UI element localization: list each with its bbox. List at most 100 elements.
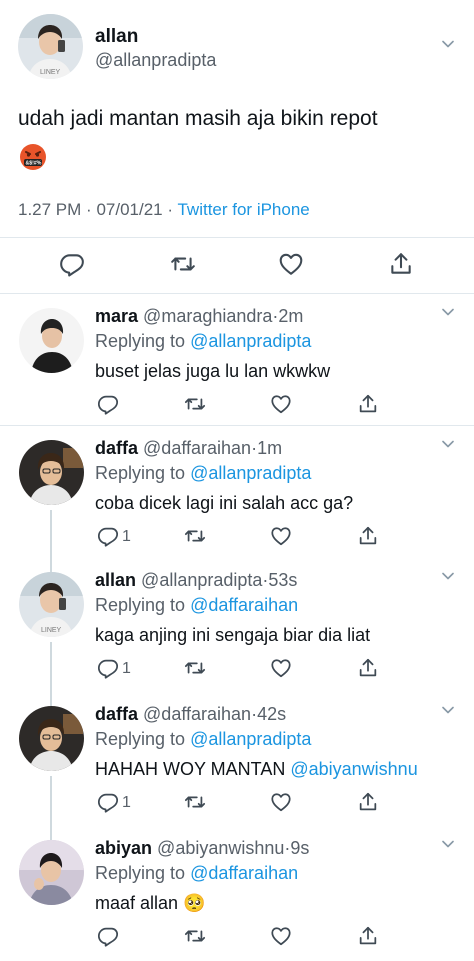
reply-time: 42s [257, 704, 287, 724]
reply-actions: 1 [95, 657, 455, 683]
share-icon[interactable] [388, 251, 414, 277]
reply-icon[interactable] [97, 525, 119, 547]
replying-to-mention[interactable]: @allanpradipta [190, 331, 311, 351]
avatar[interactable] [19, 706, 84, 771]
reply-count: 1 [122, 528, 131, 545]
replying-to-mention[interactable]: @allanpradipta [190, 463, 311, 483]
tweet-source-link[interactable]: Twitter for iPhone [177, 200, 309, 219]
reply-text: maaf allan 🥺 [95, 893, 206, 913]
reply-header: daffa @daffaraihan·42s [95, 704, 286, 725]
tweet-text: udah jadi mantan masih aja bikin repot [18, 107, 378, 130]
reply-tweet[interactable]: daffa @daffaraihan·42s Replying to @alla… [0, 692, 474, 826]
thread-line [50, 826, 52, 840]
avatar[interactable] [19, 440, 84, 505]
reply-author-name[interactable]: allan [95, 570, 136, 590]
retweet-icon[interactable] [170, 251, 196, 277]
reply-tweet[interactable]: mara @maraghiandra·2m Replying to @allan… [0, 293, 474, 426]
like-icon[interactable] [270, 525, 292, 547]
retweet-icon[interactable] [184, 925, 206, 947]
share-icon[interactable] [357, 393, 379, 415]
thread-line [50, 692, 52, 706]
reply-actions [95, 393, 455, 419]
reply-icon[interactable] [97, 393, 119, 415]
chevron-down-icon[interactable] [442, 306, 454, 318]
thread-line [50, 776, 52, 826]
reply-author-handle[interactable]: @allanpradipta [141, 570, 262, 590]
reply-text: coba dicek lagi ini salah acc ga? [95, 493, 354, 513]
reply-header: mara @maraghiandra·2m [95, 306, 303, 327]
like-icon[interactable] [270, 791, 292, 813]
thread-line [50, 642, 52, 692]
replying-to: Replying to @daffaraihan [95, 595, 299, 615]
reply-actions: 1 [95, 791, 455, 817]
reply-actions [95, 925, 455, 951]
retweet-icon[interactable] [184, 791, 206, 813]
share-icon[interactable] [357, 657, 379, 679]
chevron-down-icon[interactable] [442, 570, 454, 582]
reply-text: HAHAH WOY MANTAN @abiyanwishnu [95, 759, 418, 779]
reply-header: daffa @daffaraihan·1m [95, 438, 282, 459]
thread-line [50, 558, 52, 572]
replying-to: Replying to @allanpradipta [95, 463, 312, 483]
chevron-down-icon[interactable] [442, 704, 454, 716]
face-cursing-emoji: &$!#% [18, 142, 48, 177]
chevron-down-icon[interactable] [442, 838, 454, 850]
author-name[interactable]: allan [95, 26, 138, 48]
reply-header: allan @allanpradipta·53s [95, 570, 297, 591]
meta-separator: · [86, 200, 92, 219]
replying-to-mention[interactable]: @allanpradipta [190, 729, 311, 749]
reply-time: 2m [278, 306, 304, 326]
reply-icon[interactable] [97, 791, 119, 813]
reply-text: buset jelas juga lu lan wkwkw [95, 361, 331, 381]
reply-time: 1m [257, 438, 283, 458]
tweet-date: 07/01/21 [96, 200, 163, 219]
replying-to: Replying to @allanpradipta [95, 331, 312, 351]
reply-author-handle[interactable]: @daffaraihan [143, 704, 251, 724]
share-icon[interactable] [357, 925, 379, 947]
reply-author-name[interactable]: mara [95, 306, 138, 326]
avatar[interactable] [18, 14, 83, 79]
thread-line [50, 510, 52, 559]
replying-to: Replying to @allanpradipta [95, 729, 312, 749]
like-icon[interactable] [270, 393, 292, 415]
reply-tweet[interactable]: daffa @daffaraihan·1m Replying to @allan… [0, 425, 474, 559]
like-icon[interactable] [278, 251, 304, 277]
author-handle[interactable]: @allanpradipta [95, 50, 216, 71]
tweet-actions [0, 248, 474, 280]
reply-author-name[interactable]: daffa [95, 704, 138, 724]
avatar[interactable] [19, 840, 84, 905]
retweet-icon[interactable] [184, 525, 206, 547]
like-icon[interactable] [270, 657, 292, 679]
reply-actions: 1 [95, 525, 455, 551]
reply-header: abiyan @abiyanwishnu·9s [95, 838, 309, 859]
chevron-down-icon[interactable] [442, 38, 454, 50]
tweet-time: 1.27 PM [18, 200, 82, 219]
share-icon[interactable] [357, 525, 379, 547]
reply-author-handle[interactable]: @maraghiandra [143, 306, 272, 326]
avatar[interactable] [19, 572, 84, 637]
reply-tweet[interactable]: abiyan @abiyanwishnu·9s Replying to @daf… [0, 826, 474, 961]
reply-author-handle[interactable]: @daffaraihan [143, 438, 251, 458]
reply-author-name[interactable]: daffa [95, 438, 138, 458]
chevron-down-icon[interactable] [442, 438, 454, 450]
reply-author-name[interactable]: abiyan [95, 838, 152, 858]
reply-time: 9s [290, 838, 310, 858]
retweet-icon[interactable] [184, 657, 206, 679]
replying-to-mention[interactable]: @daffaraihan [190, 863, 298, 883]
svg-text:&$!#%: &$!#% [26, 161, 42, 167]
reply-tweet[interactable]: allan @allanpradipta·53s Replying to @da… [0, 558, 474, 692]
avatar[interactable] [19, 308, 84, 373]
meta-separator: · [167, 200, 174, 219]
mention-link[interactable]: @abiyanwishnu [290, 759, 417, 779]
replying-to-mention[interactable]: @daffaraihan [190, 595, 298, 615]
retweet-icon[interactable] [184, 393, 206, 415]
tweet-meta: 1.27 PM · 07/01/21 · Twitter for iPhone [18, 200, 310, 220]
reply-icon[interactable] [97, 657, 119, 679]
reply-icon[interactable] [97, 925, 119, 947]
reply-icon[interactable] [59, 251, 85, 277]
like-icon[interactable] [270, 925, 292, 947]
divider [0, 237, 474, 238]
share-icon[interactable] [357, 791, 379, 813]
reply-author-handle[interactable]: @abiyanwishnu [157, 838, 284, 858]
reply-count: 1 [122, 794, 131, 811]
